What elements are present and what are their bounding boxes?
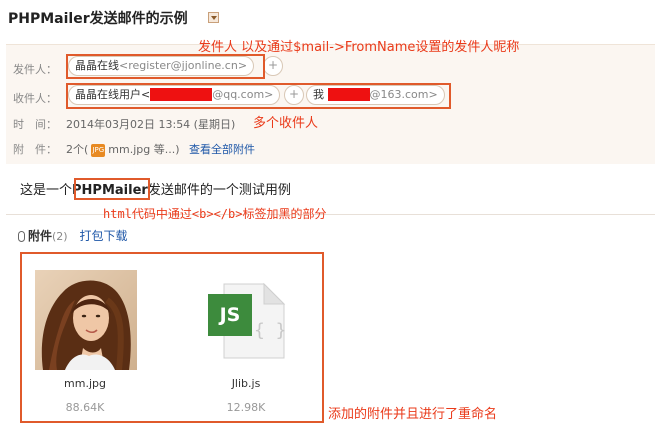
body-prefix: 这是一个 (20, 183, 73, 198)
body-suffix: 发送邮件的一个测试用例 (147, 183, 291, 198)
attach-preview[interactable]: mm.jpg 等...) (108, 143, 179, 156)
bold-annotation: html代码中通过<b></b>标签加黑的部分 (103, 207, 327, 221)
attachments-annotation-box (20, 252, 324, 423)
attachments-annotation: 添加的附件并且进行了重命名 (328, 407, 498, 422)
sender-annotation: 发件人 以及通过$mail->FromName设置的发件人昵称 (198, 40, 520, 55)
recipients-annotation: 多个收件人 (253, 116, 319, 131)
attach-count: 2个( (66, 143, 89, 156)
subject-dropdown-icon[interactable] (208, 12, 219, 23)
mail-title-bar: PHPMailer发送邮件的示例 (0, 0, 655, 36)
to-label: 收件人： (13, 92, 57, 105)
attach-label: 附 件： (13, 143, 57, 156)
attach-summary: 2个(JPG mm.jpg 等...) 查看全部附件 (66, 141, 255, 157)
from-label: 发件人： (13, 63, 57, 76)
attachments-count: (2) (52, 230, 68, 243)
jpg-file-icon: JPG (91, 143, 106, 157)
attachments-header: 附件(2) 打包下载 (18, 227, 127, 244)
mail-body: 这是一个PHPMailer发送邮件的一个测试用例 (20, 179, 291, 198)
sender-annotation-box (66, 54, 265, 79)
attachments-title: 附件 (28, 229, 53, 243)
add-sender-button[interactable]: + (263, 56, 283, 76)
time-label: 时 间： (13, 118, 57, 131)
recipients-annotation-box (66, 83, 451, 109)
download-all-link[interactable]: 打包下载 (79, 229, 127, 243)
bold-annotation-box (74, 178, 150, 200)
time-value: 2014年03月02日 13:54 (星期日) (66, 118, 236, 131)
view-all-attachments-link[interactable]: 查看全部附件 (189, 143, 255, 156)
paperclip-icon (18, 231, 25, 242)
mail-subject: PHPMailer发送邮件的示例 (8, 11, 188, 27)
